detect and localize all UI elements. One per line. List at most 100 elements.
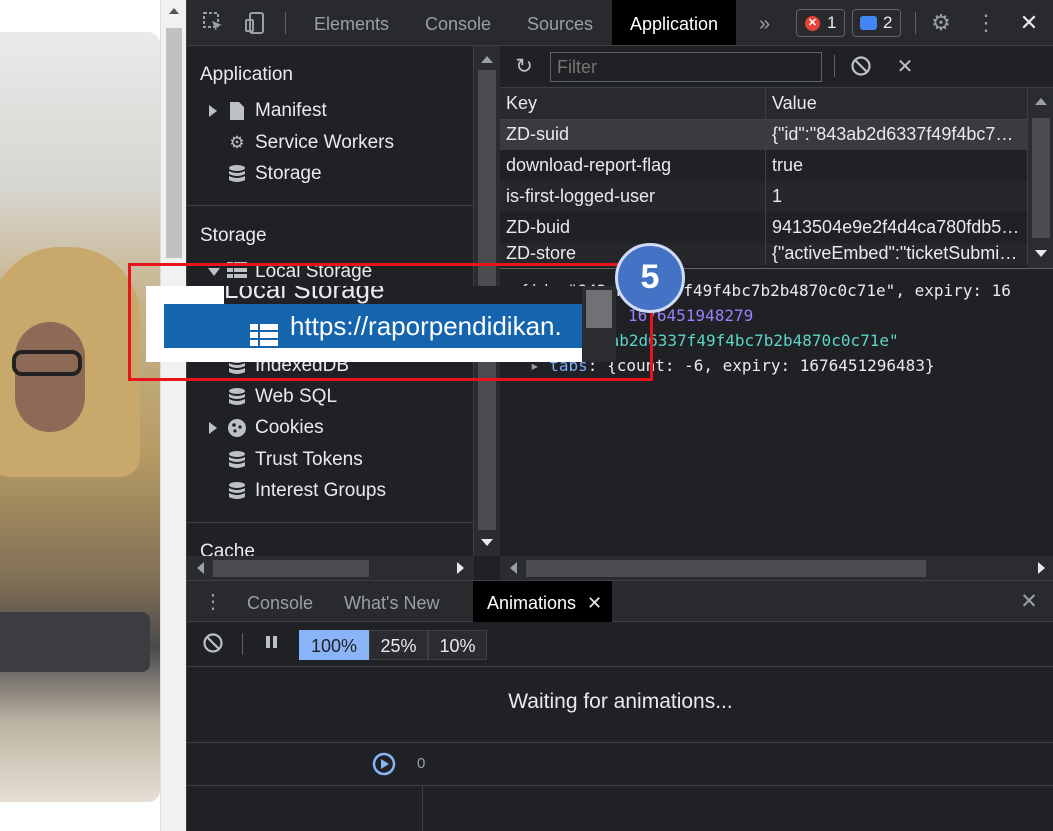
- table-row[interactable]: download-report-flag true: [500, 150, 1028, 181]
- photo-laptop: [0, 612, 150, 672]
- sidebar-hscroll-thumb[interactable]: [213, 560, 369, 577]
- database-icon: [227, 450, 247, 470]
- scroll-left-icon[interactable]: [197, 562, 204, 574]
- more-tabs-icon[interactable]: »: [741, 0, 788, 45]
- error-badge[interactable]: ✕ 1: [796, 9, 846, 37]
- scroll-down-icon[interactable]: [1035, 250, 1047, 257]
- row-key[interactable]: ZD-buid: [500, 212, 766, 243]
- expand-manifest-icon[interactable]: [209, 105, 217, 117]
- speed-25-button[interactable]: 25%: [369, 630, 428, 660]
- table-row[interactable]: ZD-store {"activeEmbed":"ticketSubmi…: [500, 243, 1028, 265]
- scroll-right-icon[interactable]: [457, 562, 464, 574]
- sidebar-item-storage[interactable]: Storage: [227, 161, 322, 187]
- scroll-up-icon[interactable]: [481, 56, 493, 63]
- scroll-up-icon[interactable]: [169, 8, 179, 14]
- clear-all-icon[interactable]: [849, 55, 873, 79]
- expand-cookies-icon[interactable]: [209, 422, 217, 434]
- replay-timeline-icon[interactable]: [371, 751, 396, 776]
- tab-sources[interactable]: Sources: [509, 0, 611, 45]
- row-value[interactable]: true: [765, 150, 1028, 181]
- preview-hscroll-thumb[interactable]: [526, 560, 926, 577]
- sidebar-item-interest-groups[interactable]: Interest Groups: [227, 478, 386, 504]
- page-scrollbar[interactable]: [160, 0, 186, 831]
- section-title-storage: Storage: [200, 225, 267, 246]
- message-icon: [860, 16, 877, 30]
- sidebar-item-manifest[interactable]: Manifest: [227, 98, 327, 124]
- sidebar-item-web-sql[interactable]: Web SQL: [227, 384, 337, 410]
- hero-photo: [0, 32, 160, 802]
- section-divider: [187, 522, 473, 523]
- drawer-tab-animations[interactable]: Animations ✕: [473, 581, 613, 625]
- speed-100-button[interactable]: 100%: [299, 630, 369, 660]
- webpage-area: [0, 0, 186, 831]
- more-options-icon[interactable]: ⋮: [974, 11, 998, 35]
- device-toolbar-icon[interactable]: [243, 11, 267, 35]
- speed-10-button[interactable]: 10%: [428, 630, 487, 660]
- sidebar-item-label: Interest Groups: [255, 480, 386, 501]
- row-key[interactable]: is-first-logged-user: [500, 181, 766, 212]
- tab-console[interactable]: Console: [407, 0, 509, 45]
- sidebar-item-label: Service Workers: [255, 132, 395, 153]
- column-header-value[interactable]: Value: [765, 88, 1028, 120]
- scroll-left-icon[interactable]: [510, 562, 517, 574]
- clear-animations-icon[interactable]: [201, 632, 225, 656]
- filter-input[interactable]: [550, 52, 822, 82]
- row-value[interactable]: 1: [765, 181, 1028, 212]
- preview-hscrollbar[interactable]: [500, 556, 1053, 580]
- sidebar-item-label: Manifest: [255, 100, 327, 121]
- close-drawer-icon[interactable]: ✕: [1017, 590, 1041, 614]
- photo-face: [15, 322, 85, 432]
- table-scroll-thumb[interactable]: [1032, 118, 1050, 238]
- timeline-track-header: [187, 786, 423, 831]
- column-header-key[interactable]: Key: [500, 88, 766, 120]
- settings-gear-icon[interactable]: ⚙: [929, 11, 953, 35]
- timeline-zero-label: 0: [417, 755, 426, 772]
- database-icon: [227, 481, 247, 501]
- step-number-badge: 5: [615, 243, 685, 313]
- error-icon: ✕: [805, 16, 820, 31]
- photo-glasses: [12, 350, 82, 376]
- sidebar-item-label: Storage: [255, 163, 322, 184]
- scroll-down-icon[interactable]: [481, 539, 493, 546]
- error-count: 1: [827, 13, 837, 32]
- row-value[interactable]: 9413504e9e2f4d4ca780fdb5…: [765, 212, 1028, 243]
- inspect-element-icon[interactable]: [201, 11, 225, 35]
- drawer-tab-console[interactable]: Console: [233, 581, 327, 622]
- refresh-icon[interactable]: ↻: [512, 55, 536, 79]
- pause-icon[interactable]: [259, 632, 283, 656]
- sidebar-item-label: Web SQL: [255, 386, 338, 407]
- section-divider: [187, 205, 473, 206]
- toolbar-separator: [834, 55, 835, 77]
- close-devtools-icon[interactable]: ✕: [1017, 11, 1041, 35]
- delete-selected-icon[interactable]: ✕: [893, 55, 917, 79]
- animation-timeline: 0: [187, 742, 1053, 786]
- sidebar-item-label: Trust Tokens: [255, 449, 363, 470]
- sidebar-item-label: Cookies: [255, 417, 324, 438]
- drawer-menu-icon[interactable]: ⋮: [201, 590, 225, 614]
- gear-icon: ⚙: [229, 133, 245, 152]
- cookie-icon: [227, 418, 247, 438]
- tab-elements[interactable]: Elements: [296, 0, 407, 45]
- table-scrollbar[interactable]: [1028, 88, 1053, 268]
- sidebar-item-service-workers[interactable]: ⚙ Service Workers: [227, 130, 394, 156]
- drawer-tab-whats-new[interactable]: What's New: [330, 581, 453, 622]
- table-row[interactable]: ZD-buid 9413504e9e2f4d4ca780fdb5…: [500, 212, 1028, 243]
- devtools-window: Elements Console Sources Application » ✕…: [186, 0, 1053, 831]
- scroll-right-icon[interactable]: [1038, 562, 1045, 574]
- table-row[interactable]: is-first-logged-user 1: [500, 181, 1028, 212]
- row-value[interactable]: {"activeEmbed":"ticketSubmi…: [765, 243, 1028, 265]
- row-key[interactable]: ZD-suid: [500, 119, 766, 150]
- close-tab-icon[interactable]: ✕: [587, 581, 602, 625]
- row-value[interactable]: {"id":"843ab2d6337f49f4bc7…: [765, 119, 1028, 150]
- row-key[interactable]: download-report-flag: [500, 150, 766, 181]
- page-scroll-thumb[interactable]: [166, 28, 182, 258]
- tab-application[interactable]: Application: [612, 0, 737, 45]
- storage-table: Key Value ZD-suid {"id":"843ab2d6337f49f…: [500, 88, 1028, 265]
- database-icon: [227, 164, 247, 184]
- scroll-up-icon[interactable]: [1035, 98, 1047, 105]
- sidebar-item-trust-tokens[interactable]: Trust Tokens: [227, 447, 363, 473]
- sidebar-item-cookies[interactable]: Cookies: [227, 415, 324, 441]
- table-row[interactable]: ZD-suid {"id":"843ab2d6337f49f4bc7…: [500, 119, 1028, 150]
- message-badge[interactable]: 2: [852, 9, 902, 37]
- sidebar-hscrollbar[interactable]: [187, 556, 474, 580]
